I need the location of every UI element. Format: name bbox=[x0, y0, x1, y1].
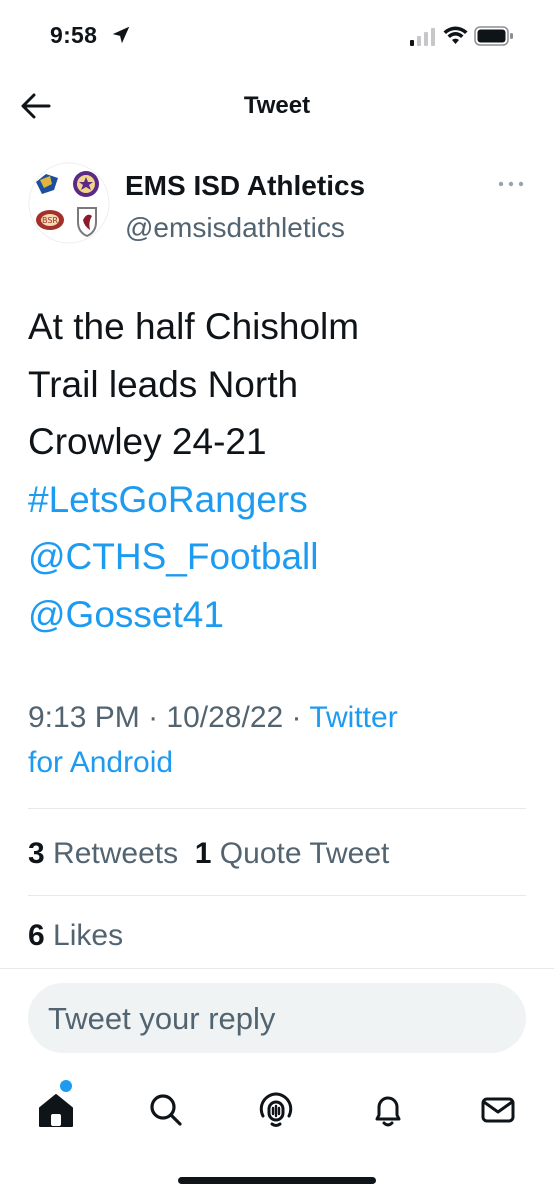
search-icon bbox=[150, 1094, 182, 1126]
more-options-icon[interactable] bbox=[496, 174, 526, 194]
svg-text:BSR: BSR bbox=[42, 216, 58, 225]
tab-search[interactable] bbox=[144, 1088, 188, 1132]
tab-messages[interactable] bbox=[476, 1088, 520, 1132]
meta-separator: · bbox=[291, 701, 302, 734]
status-bar: 9:58 bbox=[0, 0, 554, 70]
tab-spaces[interactable] bbox=[254, 1088, 298, 1132]
divider bbox=[28, 895, 526, 896]
nav-header: Tweet bbox=[0, 70, 554, 144]
quote-tweets-count: 1 bbox=[194, 837, 212, 870]
bottom-tab-bar bbox=[0, 1070, 554, 1150]
tweet-text-line: At the half Chisholm bbox=[28, 306, 360, 347]
tab-notifications[interactable] bbox=[366, 1088, 410, 1132]
likes-stat[interactable]: 6 Likes bbox=[28, 919, 123, 952]
home-icon bbox=[39, 1094, 73, 1127]
meta-separator: · bbox=[148, 701, 159, 734]
hashtag-link[interactable]: #LetsGoRangers bbox=[28, 471, 528, 529]
cellular-signal-icon bbox=[410, 28, 435, 46]
notifications-icon bbox=[375, 1096, 401, 1127]
avatar[interactable]: BSR bbox=[28, 162, 110, 244]
status-time: 9:58 bbox=[50, 22, 98, 48]
tweet-author: BSR EMS ISD Athletics @emsisdathletics bbox=[28, 162, 528, 254]
divider bbox=[0, 968, 554, 969]
tweet-text-line: Trail leads North bbox=[28, 363, 299, 405]
tweet-text: At the half Chisholm Trail leads North C… bbox=[28, 298, 528, 643]
likes-stats: 6 Likes bbox=[28, 919, 123, 953]
tweet-date: 10/28/22 bbox=[166, 701, 284, 734]
retweets-label: Retweets bbox=[53, 837, 179, 870]
tweet-time: 9:13 PM bbox=[28, 701, 140, 734]
tweet-source-link[interactable]: Twitter bbox=[309, 701, 397, 734]
mention-link-gosset41[interactable]: @Gosset41 bbox=[28, 586, 528, 644]
author-name[interactable]: EMS ISD Athletics bbox=[125, 170, 365, 202]
wifi-icon bbox=[443, 26, 468, 44]
mention-link-cths-football[interactable]: @CTHS_Football bbox=[28, 528, 528, 586]
battery-icon bbox=[474, 26, 513, 46]
spaces-icon bbox=[259, 1092, 293, 1127]
retweets-stat[interactable]: 3 Retweets bbox=[28, 837, 178, 870]
retweets-count: 3 bbox=[28, 837, 45, 870]
reply-input[interactable]: Tweet your reply bbox=[28, 983, 526, 1053]
likes-count: 6 bbox=[28, 919, 45, 952]
tweet-text-line: Crowley 24-21 bbox=[28, 421, 267, 462]
tweet-source-link-cont[interactable]: for Android bbox=[28, 746, 173, 779]
tab-home[interactable] bbox=[34, 1088, 78, 1132]
engagement-stats: 3 Retweets 1 Quote Tweet bbox=[28, 837, 389, 871]
page-title: Tweet bbox=[243, 92, 311, 119]
home-notification-dot bbox=[60, 1080, 72, 1092]
tweet-meta: 9:13 PM · 10/28/22 · Twitter for Android bbox=[28, 695, 528, 785]
quote-tweets-label: Quote Tweet bbox=[219, 837, 390, 870]
reply-placeholder: Tweet your reply bbox=[48, 1001, 276, 1036]
messages-icon bbox=[481, 1097, 515, 1123]
athletics-logos-image: BSR bbox=[28, 162, 110, 244]
location-arrow-icon bbox=[112, 26, 130, 44]
quote-tweets-stat[interactable]: 1 Quote Tweet bbox=[195, 837, 390, 870]
divider bbox=[28, 808, 526, 809]
home-indicator[interactable] bbox=[178, 1177, 376, 1184]
likes-label: Likes bbox=[53, 919, 124, 952]
author-handle[interactable]: @emsisdathletics bbox=[125, 212, 345, 244]
